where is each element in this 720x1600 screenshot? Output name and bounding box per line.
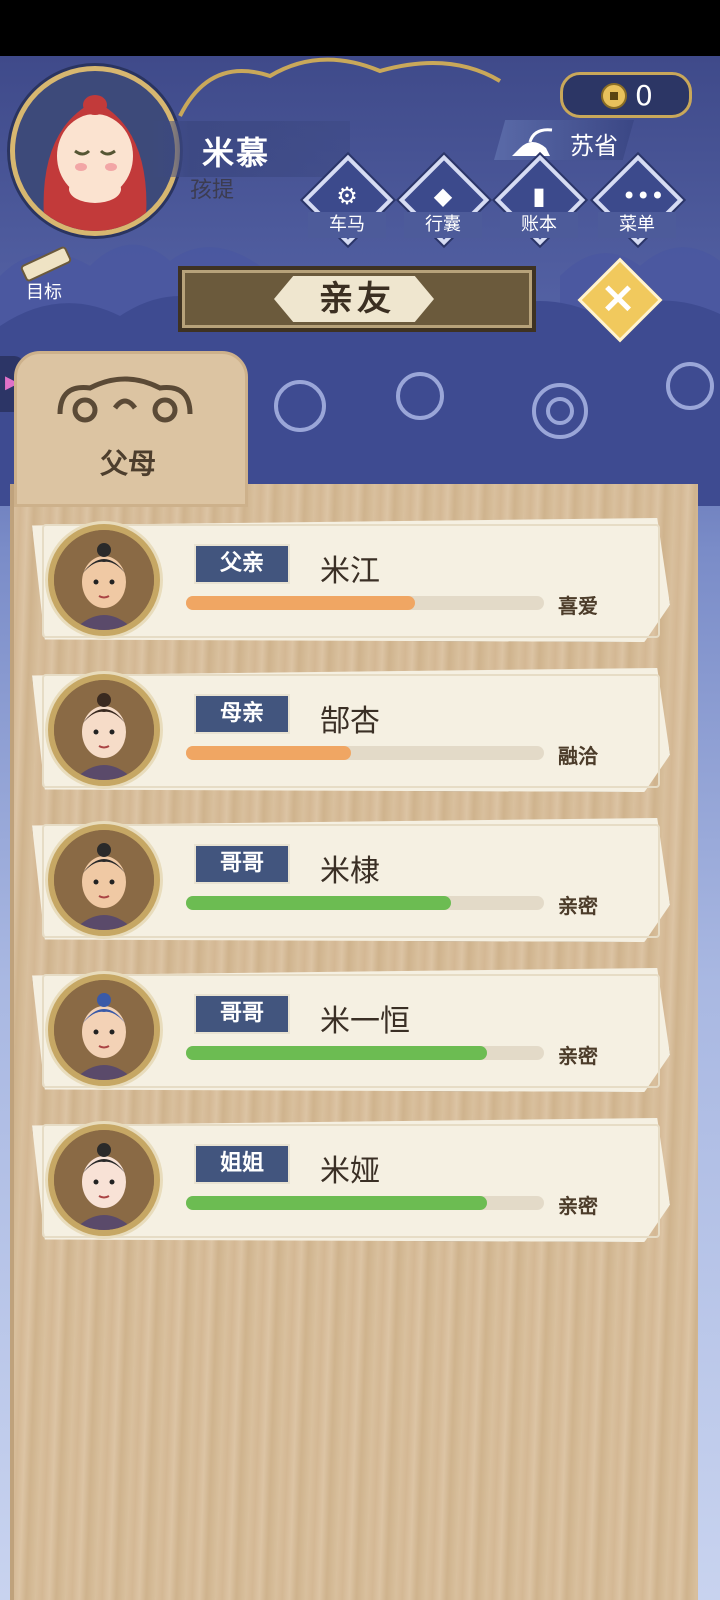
member-name: 米娅: [320, 1154, 380, 1189]
more-menu-label: 菜单: [598, 212, 676, 238]
member-name: 米江: [320, 554, 380, 589]
affection-bar: [186, 1196, 544, 1210]
person-portrait-icon: [54, 830, 154, 930]
cloud-ornament-icon: [57, 376, 193, 423]
bag-label: 行囊: [404, 212, 482, 238]
coin-value: 0: [635, 79, 653, 112]
page-title: 亲友: [319, 279, 395, 319]
carriage-label: 车马: [308, 212, 386, 238]
member-portrait: [48, 524, 160, 636]
affection-bar-fill: [186, 1046, 487, 1060]
affection-bar: [186, 596, 544, 610]
status-bar: [0, 0, 720, 56]
affection-status: 亲密: [558, 894, 598, 918]
carriage-icon: ⚙: [336, 182, 358, 210]
affection-bar-fill: [186, 746, 351, 760]
affection-status: 亲密: [558, 1194, 598, 1218]
player-name: 米慕: [202, 134, 271, 172]
more-icon: •••: [622, 182, 665, 210]
affection-bar-fill: [186, 596, 416, 610]
person-portrait-icon: [54, 1130, 154, 1230]
member-name: 米棣: [320, 854, 380, 889]
bag-icon: ◆: [433, 182, 453, 210]
ledger-label: 账本: [500, 212, 578, 238]
coin-icon: [601, 83, 627, 109]
member-card[interactable]: 哥哥 米一恒 亲密: [32, 968, 670, 1092]
member-portrait: [48, 824, 160, 936]
member-name: 郜杏: [320, 704, 380, 739]
relation-badge: 姐姐: [194, 1144, 290, 1184]
member-card[interactable]: 母亲 郜杏 融洽: [32, 668, 670, 792]
relation-badge: 哥哥: [194, 994, 290, 1034]
coin-counter[interactable]: 0: [560, 72, 692, 118]
member-portrait: [48, 974, 160, 1086]
tab-parents-label: 父母: [99, 447, 156, 480]
member-card[interactable]: 父亲 米江 喜爱: [32, 518, 670, 642]
affection-bar: [186, 896, 544, 910]
affection-bar-fill: [186, 1196, 487, 1210]
affection-status: 融洽: [558, 744, 598, 768]
carriage-button[interactable]: ⚙ 车马: [302, 154, 394, 246]
ledger-icon: ▮: [532, 182, 546, 210]
iron-icon: [512, 128, 553, 156]
person-portrait-icon: [54, 980, 154, 1080]
game-screen: 米慕 孩提 0 苏省 ⚙ 车马 ◆ 行囊 ▮ 账本 ••• 菜单 目标 亲友 ×…: [0, 56, 720, 1600]
player-title: 孩提: [190, 178, 235, 203]
member-name: 米一恒: [320, 1004, 410, 1039]
affection-bar-fill: [186, 896, 451, 910]
member-portrait: [48, 674, 160, 786]
relation-badge: 母亲: [194, 694, 290, 734]
relation-badge: 哥哥: [194, 844, 290, 884]
affection-status: 亲密: [558, 1044, 598, 1068]
affection-bar: [186, 746, 544, 760]
location-name: 苏省: [570, 132, 618, 160]
bag-button[interactable]: ◆ 行囊: [398, 154, 490, 246]
person-portrait-icon: [54, 530, 154, 630]
member-card[interactable]: 哥哥 米棣 亲密: [32, 818, 670, 942]
close-icon: ×: [599, 272, 637, 323]
affection-bar: [186, 1046, 544, 1060]
goal-label: 目标: [26, 282, 62, 303]
page-title-banner: 亲友: [178, 266, 536, 332]
relation-badge: 父亲: [194, 544, 290, 584]
person-portrait-icon: [54, 680, 154, 780]
affection-status: 喜爱: [558, 594, 598, 618]
member-card[interactable]: 姐姐 米娅 亲密: [32, 1118, 670, 1242]
member-portrait: [48, 1124, 160, 1236]
more-menu-button[interactable]: ••• 菜单: [592, 154, 684, 246]
ledger-button[interactable]: ▮ 账本: [494, 154, 586, 246]
